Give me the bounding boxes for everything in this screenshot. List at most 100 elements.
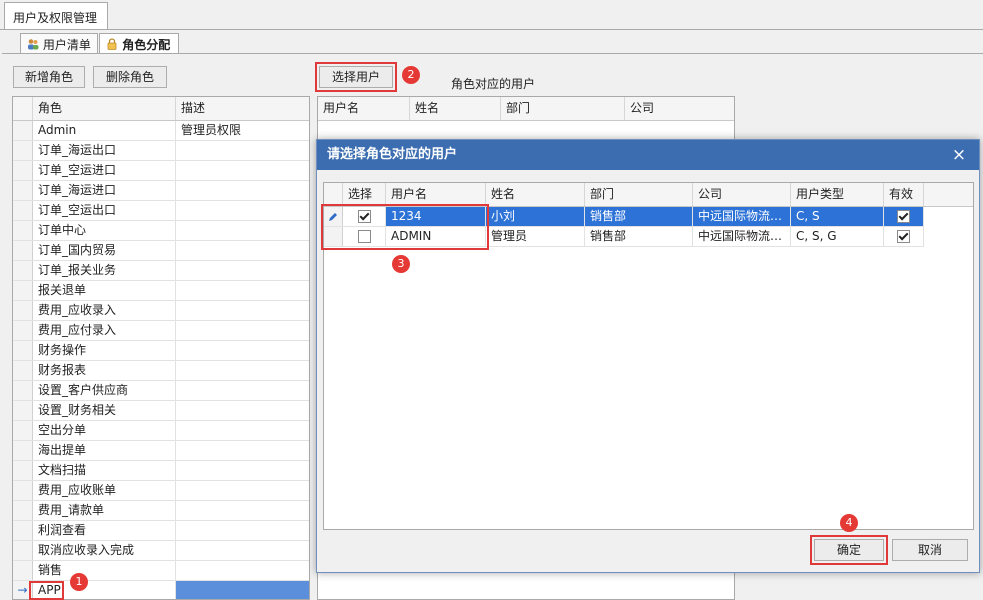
row-indicator[interactable]: [13, 541, 33, 560]
role-desc-cell[interactable]: 管理员权限: [176, 121, 309, 140]
row-indicator[interactable]: [13, 241, 33, 260]
row-indicator[interactable]: [13, 141, 33, 160]
row-indicator[interactable]: [13, 161, 33, 180]
table-row[interactable]: 费用_应收账单: [13, 481, 309, 501]
table-row[interactable]: 财务操作: [13, 341, 309, 361]
column-header-username[interactable]: 用户名: [318, 97, 410, 120]
valid-checkbox[interactable]: [884, 207, 924, 226]
role-name-cell[interactable]: 费用_请款单: [33, 501, 176, 520]
role-name-cell[interactable]: 费用_应收账单: [33, 481, 176, 500]
name-cell[interactable]: 小刘: [486, 207, 585, 226]
row-indicator[interactable]: [13, 121, 33, 140]
role-name-cell[interactable]: 报关退单: [33, 281, 176, 300]
table-row[interactable]: 设置_客户供应商: [13, 381, 309, 401]
row-indicator[interactable]: [13, 441, 33, 460]
table-row[interactable]: 订单_空运进口: [13, 161, 309, 181]
role-desc-cell[interactable]: [176, 301, 309, 320]
table-row[interactable]: 订单_报关业务: [13, 261, 309, 281]
role-desc-cell[interactable]: [176, 581, 309, 599]
column-header-dept[interactable]: 部门: [585, 183, 693, 206]
row-indicator[interactable]: [13, 481, 33, 500]
role-name-cell[interactable]: 订单_空运出口: [33, 201, 176, 220]
role-desc-cell[interactable]: [176, 361, 309, 380]
role-desc-cell[interactable]: [176, 481, 309, 500]
user-type-cell[interactable]: C, S: [791, 207, 884, 226]
role-desc-cell[interactable]: [176, 281, 309, 300]
row-indicator[interactable]: [13, 521, 33, 540]
role-name-cell[interactable]: 取消应收录入完成: [33, 541, 176, 560]
role-desc-cell[interactable]: [176, 521, 309, 540]
role-desc-cell[interactable]: [176, 161, 309, 180]
role-name-cell[interactable]: 订单_海运出口: [33, 141, 176, 160]
company-cell[interactable]: 中远国际物流…: [693, 227, 791, 246]
role-name-cell[interactable]: 订单中心: [33, 221, 176, 240]
role-name-cell[interactable]: 设置_财务相关: [33, 401, 176, 420]
role-name-cell[interactable]: 费用_应付录入: [33, 321, 176, 340]
column-header-dept[interactable]: 部门: [501, 97, 625, 120]
role-desc-cell[interactable]: [176, 401, 309, 420]
row-indicator[interactable]: [13, 561, 33, 580]
table-row[interactable]: 财务报表: [13, 361, 309, 381]
role-name-cell[interactable]: 订单_报关业务: [33, 261, 176, 280]
column-header-valid[interactable]: 有效: [884, 183, 924, 206]
column-header-desc[interactable]: 描述: [176, 97, 309, 120]
name-cell[interactable]: 管理员: [486, 227, 585, 246]
column-header-username[interactable]: 用户名: [386, 183, 486, 206]
column-header-select[interactable]: 选择: [343, 183, 386, 206]
role-desc-cell[interactable]: [176, 501, 309, 520]
column-header-name[interactable]: 姓名: [486, 183, 585, 206]
table-row[interactable]: 费用_请款单: [13, 501, 309, 521]
role-desc-cell[interactable]: [176, 181, 309, 200]
role-name-cell[interactable]: 费用_应收录入: [33, 301, 176, 320]
role-desc-cell[interactable]: [176, 381, 309, 400]
role-name-cell[interactable]: 财务操作: [33, 341, 176, 360]
table-row[interactable]: Admin 管理员权限: [13, 121, 309, 141]
row-indicator[interactable]: [13, 501, 33, 520]
role-desc-cell[interactable]: [176, 261, 309, 280]
dept-cell[interactable]: 销售部: [585, 227, 693, 246]
table-row[interactable]: 费用_应付录入: [13, 321, 309, 341]
window-tab[interactable]: 用户及权限管理: [4, 2, 108, 30]
table-row[interactable]: 取消应收录入完成: [13, 541, 309, 561]
role-name-cell[interactable]: 设置_客户供应商: [33, 381, 176, 400]
role-name-cell[interactable]: Admin: [33, 121, 176, 140]
column-header-name[interactable]: 姓名: [410, 97, 501, 120]
table-row[interactable]: 订单中心: [13, 221, 309, 241]
column-header-company[interactable]: 公司: [693, 183, 791, 206]
column-header-role[interactable]: 角色: [33, 97, 176, 120]
role-name-cell[interactable]: 海出提单: [33, 441, 176, 460]
role-desc-cell[interactable]: [176, 541, 309, 560]
role-desc-cell[interactable]: [176, 341, 309, 360]
role-name-cell[interactable]: 订单_国内贸易: [33, 241, 176, 260]
role-name-cell[interactable]: 销售: [33, 561, 176, 580]
user-type-cell[interactable]: C, S, G: [791, 227, 884, 246]
add-role-button[interactable]: 新增角色: [13, 66, 85, 88]
role-name-cell[interactable]: 空出分单: [33, 421, 176, 440]
role-desc-cell[interactable]: [176, 561, 309, 580]
column-header-company[interactable]: 公司: [625, 97, 736, 120]
table-row[interactable]: 文档扫描: [13, 461, 309, 481]
delete-role-button[interactable]: 删除角色: [93, 66, 167, 88]
valid-checkbox[interactable]: [884, 227, 924, 246]
row-indicator[interactable]: [13, 461, 33, 480]
company-cell[interactable]: 中远国际物流…: [693, 207, 791, 226]
row-indicator[interactable]: [13, 181, 33, 200]
table-row[interactable]: 海出提单: [13, 441, 309, 461]
row-indicator[interactable]: [13, 261, 33, 280]
table-row[interactable]: 空出分单: [13, 421, 309, 441]
role-name-cell[interactable]: 订单_海运进口: [33, 181, 176, 200]
table-row[interactable]: 订单_空运出口: [13, 201, 309, 221]
tab-role-assign[interactable]: 角色分配: [99, 33, 179, 54]
table-row[interactable]: 设置_财务相关: [13, 401, 309, 421]
row-indicator[interactable]: [13, 401, 33, 420]
table-row[interactable]: 订单_海运进口: [13, 181, 309, 201]
table-row[interactable]: 订单_国内贸易: [13, 241, 309, 261]
table-row[interactable]: 销售: [13, 561, 309, 581]
row-indicator[interactable]: [13, 301, 33, 320]
role-desc-cell[interactable]: [176, 241, 309, 260]
role-name-cell[interactable]: 订单_空运进口: [33, 161, 176, 180]
role-desc-cell[interactable]: [176, 421, 309, 440]
table-row[interactable]: 订单_海运出口: [13, 141, 309, 161]
table-row[interactable]: 报关退单: [13, 281, 309, 301]
dept-cell[interactable]: 销售部: [585, 207, 693, 226]
